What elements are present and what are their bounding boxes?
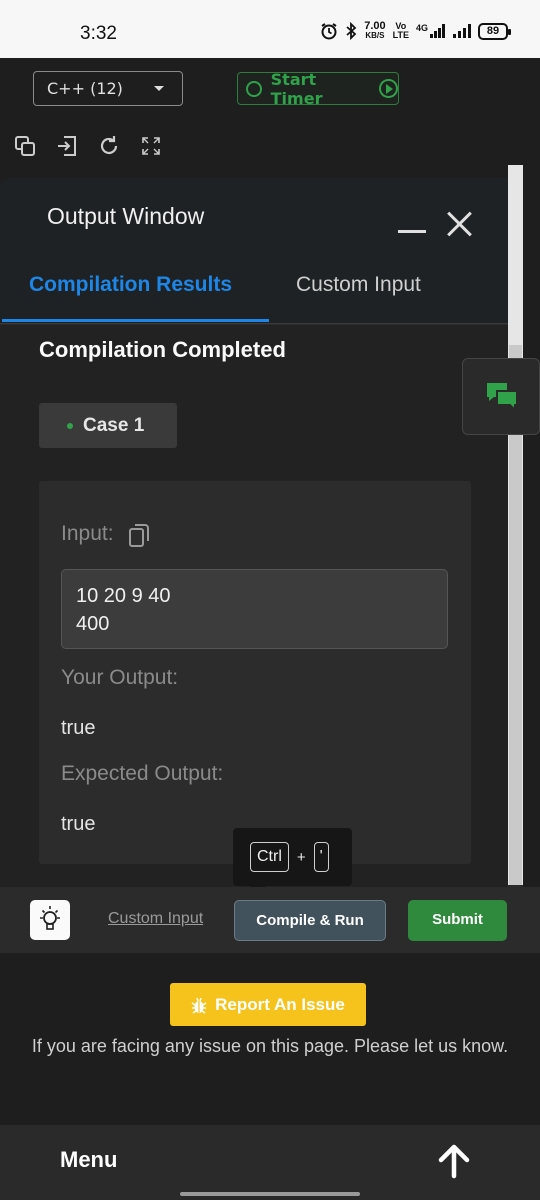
ctrl-key: Ctrl — [250, 842, 289, 872]
status-icons: 7.00 KB/S Vo LTE 4G 89 — [320, 20, 511, 41]
hint-button[interactable] — [30, 900, 70, 940]
report-issue-text: If you are facing any issue on this page… — [31, 1036, 509, 1056]
report-issue-label: Report An Issue — [215, 994, 345, 1014]
test-case-card: Input: 10 20 9 40 400 Your Output: true … — [39, 481, 471, 864]
expected-output-value: true — [61, 813, 96, 835]
case-tab-1[interactable]: Case 1 — [39, 403, 177, 448]
bottom-nav: Menu — [0, 1125, 540, 1200]
alarm-icon — [321, 23, 337, 40]
chat-button[interactable] — [462, 358, 540, 435]
input-label: Input: — [61, 522, 114, 545]
tab-compilation-results[interactable]: Compilation Results — [29, 273, 232, 297]
refresh-icon[interactable] — [98, 135, 120, 157]
status-time: 3:32 — [80, 23, 117, 44]
plus-sign: + — [296, 848, 306, 866]
tab-custom-input[interactable]: Custom Input — [296, 273, 421, 297]
editor-toolbar: C++ (12) Start Timer — [0, 58, 540, 180]
bluetooth-icon — [346, 22, 357, 40]
home-indicator[interactable] — [180, 1192, 360, 1196]
input-value: 10 20 9 40 400 — [61, 569, 448, 649]
alarm-clock-icon — [246, 80, 262, 97]
fullscreen-icon[interactable] — [140, 135, 162, 157]
lightbulb-icon — [40, 906, 60, 930]
language-value: C++ (12) — [47, 79, 123, 98]
chat-icon — [487, 383, 518, 413]
custom-input-link[interactable]: Custom Input — [108, 910, 203, 928]
exit-icon[interactable] — [56, 135, 78, 157]
status-bar: 3:32 7.00 KB/S Vo LTE 4G 89 — [0, 0, 540, 58]
your-output-label: Your Output: — [61, 666, 179, 689]
chevron-down-icon — [154, 86, 164, 91]
start-timer-button[interactable]: Start Timer — [237, 69, 399, 108]
status-dot — [67, 422, 73, 429]
copy-input-icon[interactable] — [129, 524, 151, 548]
case-label: Case 1 — [83, 414, 145, 436]
editor-actions — [14, 135, 162, 157]
close-icon[interactable] — [446, 210, 474, 238]
volte-indicator: Vo LTE — [392, 21, 409, 40]
your-output-value: true — [61, 717, 96, 739]
signal-icon — [453, 24, 471, 38]
start-timer-label: Start Timer — [270, 69, 323, 108]
page-footer: Report An Issue If you are facing any is… — [0, 953, 540, 1125]
battery-icon: 89 — [478, 22, 511, 40]
network-speed: 7.00 KB/S — [364, 20, 386, 41]
menu-button[interactable]: Menu — [60, 1147, 117, 1173]
active-tab-indicator — [2, 319, 269, 322]
compile-run-button[interactable]: Compile & Run — [234, 900, 386, 941]
minimize-icon[interactable] — [398, 230, 426, 233]
expected-output-label: Expected Output: — [61, 762, 224, 785]
shortcut-tooltip: Ctrl + ' — [233, 828, 352, 894]
action-bar: Custom Input Compile & Run Submit — [0, 887, 540, 953]
submit-button[interactable]: Submit — [408, 900, 507, 941]
report-issue-button[interactable]: Report An Issue — [170, 983, 366, 1026]
output-window-title: Output Window — [47, 203, 205, 229]
quote-key: ' — [313, 842, 329, 872]
play-icon — [379, 79, 398, 98]
output-window-header: Output Window — [0, 178, 523, 254]
language-select[interactable]: C++ (12) — [33, 71, 183, 106]
compilation-status: Compilation Completed — [39, 337, 286, 362]
copy-icon[interactable] — [14, 135, 36, 157]
output-tabs: Compilation Results Custom Input — [0, 254, 523, 324]
bug-icon — [191, 997, 207, 1014]
scroll-top-icon[interactable] — [436, 1143, 472, 1179]
signal-4g-icon: 4G — [416, 24, 446, 38]
